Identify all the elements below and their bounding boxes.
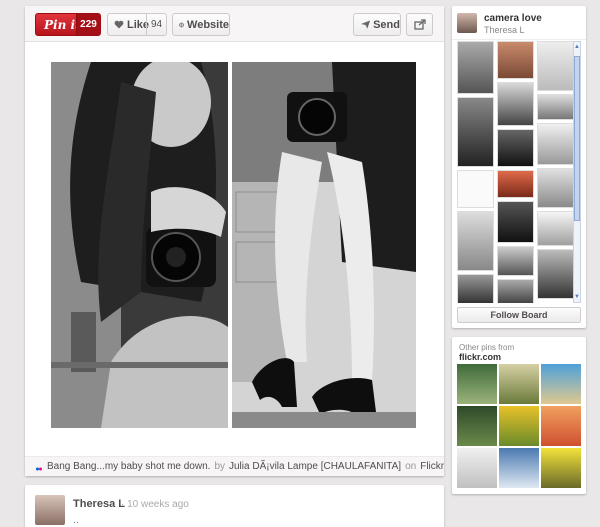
board-thumbnail-grid <box>457 41 574 303</box>
other-pins-grid <box>457 364 581 490</box>
on-word: on <box>405 461 417 472</box>
pin-image[interactable] <box>51 62 416 428</box>
avatar[interactable] <box>35 495 65 525</box>
send-button[interactable]: Send <box>353 13 401 36</box>
scrollbar-thumb[interactable] <box>574 56 580 221</box>
comment-text: .. <box>73 514 80 526</box>
other-pin-thumbnail[interactable] <box>541 406 581 446</box>
like-button[interactable]: Like 94 <box>107 13 167 36</box>
comment-time: · 10 weeks ago <box>121 499 189 510</box>
photo-right <box>232 62 416 428</box>
share-button[interactable] <box>406 13 433 36</box>
board-card: camera love Theresa L ▲ ▼ Follow Board <box>452 6 586 328</box>
board-thumbnail[interactable] <box>537 168 574 208</box>
board-thumbnail[interactable] <box>497 170 534 198</box>
other-pin-thumbnail[interactable] <box>457 364 497 404</box>
board-thumbnail[interactable] <box>457 170 494 208</box>
board-thumbnail[interactable] <box>497 129 534 167</box>
by-word: by <box>214 461 225 472</box>
pin-it-button[interactable]: Pin it 229 <box>35 13 101 36</box>
board-thumbnail[interactable] <box>497 201 534 243</box>
scroll-down-icon[interactable]: ▼ <box>574 293 580 301</box>
other-pin-thumbnail[interactable] <box>541 448 581 488</box>
board-title: camera love <box>484 13 542 24</box>
other-pin-thumbnail[interactable] <box>457 406 497 446</box>
photo-left <box>51 62 228 428</box>
board-header[interactable]: camera love Theresa L <box>452 6 586 40</box>
paper-plane-icon <box>361 20 371 29</box>
board-thumbnail[interactable] <box>457 274 494 303</box>
board-thumbnail[interactable] <box>497 246 534 276</box>
pin-card: Pin it 229 Like 94 Website Send Bang Ban… <box>25 6 444 476</box>
follow-board-button[interactable]: Follow Board <box>457 307 581 323</box>
board-thumbnail[interactable] <box>537 211 574 246</box>
other-pin-thumbnail[interactable] <box>499 448 539 488</box>
board-thumbnail[interactable] <box>457 211 494 271</box>
commenter-name[interactable]: Theresa L <box>73 498 125 510</box>
other-pin-thumbnail[interactable] <box>499 406 539 446</box>
board-thumbnail[interactable] <box>537 94 574 120</box>
send-label: Send <box>373 18 400 31</box>
board-owner: Theresa L <box>484 25 525 35</box>
board-thumbnail[interactable] <box>537 249 574 299</box>
board-thumbnail[interactable] <box>537 41 574 91</box>
website-label: Website <box>187 18 229 31</box>
other-pins-card: Other pins from flickr.com <box>452 337 586 494</box>
board-thumbnail[interactable] <box>537 123 574 165</box>
share-icon <box>413 19 426 30</box>
heart-icon <box>114 20 124 29</box>
board-thumbnail[interactable] <box>497 82 534 126</box>
board-scrollbar[interactable]: ▲ ▼ <box>573 41 581 303</box>
globe-icon <box>179 22 184 27</box>
other-pin-thumbnail[interactable] <box>499 364 539 404</box>
other-pin-thumbnail[interactable] <box>541 364 581 404</box>
other-pins-domain[interactable]: flickr.com <box>459 352 501 362</box>
pin-toolbar: Pin it 229 Like 94 Website Send <box>25 6 444 42</box>
website-button[interactable]: Website <box>172 13 230 36</box>
board-thumbnail[interactable] <box>497 41 534 79</box>
board-thumbnail[interactable] <box>457 97 494 167</box>
board-thumbnail[interactable] <box>457 41 494 94</box>
board-avatar <box>457 13 477 33</box>
other-pins-title: Other pins from <box>459 343 515 352</box>
other-pin-thumbnail[interactable] <box>457 448 497 488</box>
like-count: 94 <box>146 14 166 35</box>
pin-description: Bang Bang...my baby shot me down. <box>47 461 211 472</box>
board-thumbnail[interactable] <box>497 279 534 303</box>
scroll-up-icon[interactable]: ▲ <box>574 43 580 51</box>
pin-count: 229 <box>76 14 100 35</box>
source-link[interactable]: Flickr <box>420 461 444 472</box>
author-link[interactable]: Julia DÃ¡vila Lampe [CHAULAFANITA] <box>229 461 401 472</box>
pin-source-line: Bang Bang...my baby shot me down. by Jul… <box>25 456 444 476</box>
comment-card: Theresa L · 10 weeks ago .. <box>25 485 444 527</box>
flickr-icon <box>36 464 42 470</box>
